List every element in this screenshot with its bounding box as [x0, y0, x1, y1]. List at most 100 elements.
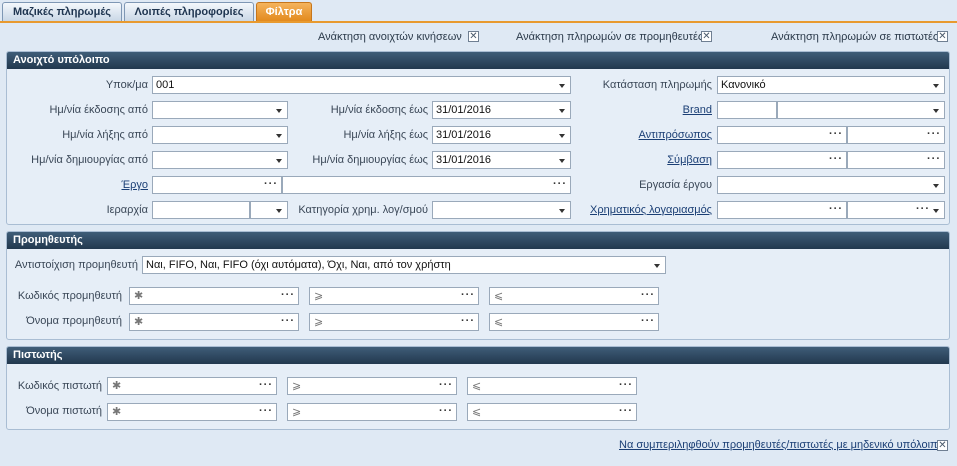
supplier-code-from-field[interactable]: ⩾ ··· — [309, 287, 479, 305]
fin-account-name-lookup-icon[interactable]: ··· — [916, 202, 930, 216]
less-equal-icon: ⩽ — [494, 289, 504, 302]
creditor-name-from-lookup-icon[interactable]: ··· — [439, 404, 453, 418]
contract-code-lookup-icon[interactable]: ··· — [829, 152, 843, 166]
payment-status-value: Κανονικό — [721, 79, 766, 91]
supplier-name-from-lookup-icon[interactable]: ··· — [461, 314, 475, 328]
issue-to-date[interactable]: 31/01/2016 — [432, 101, 571, 119]
creditor-code-to-lookup-icon[interactable]: ··· — [619, 378, 633, 392]
less-equal-icon: ⩽ — [494, 315, 504, 328]
creditor-name-to-lookup-icon[interactable]: ··· — [619, 404, 633, 418]
payment-status-select[interactable]: Κανονικό — [717, 76, 945, 94]
fin-account-name-field[interactable]: ··· — [847, 201, 945, 219]
supplier-matching-select[interactable]: Ναι, FIFO, Ναι, FIFO (όχι αυτόματα), Όχι… — [142, 256, 666, 274]
supplier-payments-checkbox[interactable]: ✕ — [701, 31, 712, 42]
brand-select[interactable] — [777, 101, 945, 119]
wildcard-icon: ✱ — [112, 379, 122, 392]
tab-other-info[interactable]: Λοιπές πληροφορίες — [124, 2, 254, 21]
project-code-lookup-icon[interactable]: ··· — [264, 177, 278, 191]
wildcard-icon: ✱ — [134, 315, 144, 328]
due-to-label: Ημ/νία λήξης έως — [343, 129, 428, 141]
supplier-code-from-lookup-icon[interactable]: ··· — [461, 288, 475, 302]
issue-to-value: 31/01/2016 — [436, 104, 492, 116]
contract-name-field[interactable]: ··· — [847, 151, 945, 169]
fin-account-code-field[interactable]: ··· — [717, 201, 847, 219]
creditor-name-equals-lookup-icon[interactable]: ··· — [259, 404, 273, 418]
brand-link[interactable]: Brand — [580, 104, 712, 116]
creditor-code-from-lookup-icon[interactable]: ··· — [439, 378, 453, 392]
include-zero-balance-checkbox[interactable]: ✕ — [937, 440, 948, 451]
supplier-name-label: Όνομα προμηθευτή — [26, 315, 122, 327]
due-to-value: 31/01/2016 — [436, 129, 492, 141]
creditor-code-equals-field[interactable]: ✱ ··· — [107, 377, 277, 395]
project-link[interactable]: Έργο — [20, 179, 148, 191]
issue-from-label: Ημ/νία έκδοσης από — [49, 104, 148, 116]
wildcard-icon: ✱ — [134, 289, 144, 302]
open-movements-checkbox[interactable]: ✕ — [468, 31, 479, 42]
subsidiary-select[interactable]: 001 — [152, 76, 571, 94]
project-name-field[interactable]: ··· — [282, 176, 571, 194]
creditor-code-to-field[interactable]: ⩽ ··· — [467, 377, 637, 395]
project-code-field[interactable]: ··· — [152, 176, 282, 194]
supplier-code-equals-field[interactable]: ✱ ··· — [129, 287, 299, 305]
subsidiary-label: Υποκ/μα — [105, 79, 148, 91]
project-name-lookup-icon[interactable]: ··· — [553, 177, 567, 191]
creditor-code-label: Κωδικός πιστωτή — [17, 380, 102, 392]
hierarchy-dropdown[interactable] — [250, 201, 288, 219]
include-zero-balance-link[interactable]: Να συμπεριληφθούν προμηθευτές/πιστωτές μ… — [619, 439, 944, 451]
supplier-payments-label: Ανάκτηση πληρωμών σε προμηθευτές — [516, 31, 704, 43]
creditor-code-equals-lookup-icon[interactable]: ··· — [259, 378, 273, 392]
supplier-name-to-field[interactable]: ⩽ ··· — [489, 313, 659, 331]
contract-name-lookup-icon[interactable]: ··· — [927, 152, 941, 166]
creditor-name-equals-field[interactable]: ✱ ··· — [107, 403, 277, 421]
open-movements-label: Ανάκτηση ανοιχτών κινήσεων — [318, 31, 462, 43]
fin-account-code-lookup-icon[interactable]: ··· — [829, 202, 843, 216]
payment-status-label: Κατάσταση πληρωμής — [602, 79, 712, 91]
project-task-label: Εργασία έργου — [639, 179, 712, 191]
supplier-code-to-field[interactable]: ⩽ ··· — [489, 287, 659, 305]
supplier-code-label: Κωδικός προμηθευτή — [17, 290, 122, 302]
contract-link[interactable]: Σύμβαση — [580, 154, 712, 166]
supplier-name-to-lookup-icon[interactable]: ··· — [641, 314, 655, 328]
supplier-code-to-lookup-icon[interactable]: ··· — [641, 288, 655, 302]
supplier-name-equals-field[interactable]: ✱ ··· — [129, 313, 299, 331]
representative-link[interactable]: Αντιπρόσωπος — [580, 129, 712, 141]
tab-underline — [0, 21, 957, 23]
subsidiary-value: 001 — [156, 79, 175, 91]
creditor-name-label: Όνομα πιστωτή — [26, 405, 102, 417]
project-task-select[interactable] — [717, 176, 945, 194]
fin-account-link[interactable]: Χρηματικός λογαριασμός — [580, 204, 712, 216]
creditor-payments-checkbox[interactable]: ✕ — [937, 31, 948, 42]
creditor-code-from-field[interactable]: ⩾ ··· — [287, 377, 457, 395]
supplier-title: Προμηθευτής — [7, 232, 949, 249]
creditor-name-from-field[interactable]: ⩾ ··· — [287, 403, 457, 421]
representative-name-field[interactable]: ··· — [847, 126, 945, 144]
representative-name-lookup-icon[interactable]: ··· — [927, 127, 941, 141]
supplier-name-from-field[interactable]: ⩾ ··· — [309, 313, 479, 331]
created-to-date[interactable]: 31/01/2016 — [432, 151, 571, 169]
representative-code-field[interactable]: ··· — [717, 126, 847, 144]
greater-equal-icon: ⩾ — [314, 289, 324, 302]
greater-equal-icon: ⩾ — [292, 405, 302, 418]
supplier-code-equals-lookup-icon[interactable]: ··· — [281, 288, 295, 302]
due-from-label: Ημ/νία λήξης από — [62, 129, 148, 141]
fin-category-select[interactable] — [432, 201, 571, 219]
contract-code-field[interactable]: ··· — [717, 151, 847, 169]
wildcard-icon: ✱ — [112, 405, 122, 418]
created-to-label: Ημ/νία δημιουργίας έως — [312, 154, 428, 166]
due-to-date[interactable]: 31/01/2016 — [432, 126, 571, 144]
issue-to-label: Ημ/νία έκδοσης έως — [330, 104, 428, 116]
brand-code-field[interactable] — [717, 101, 777, 119]
tab-mass-payments[interactable]: Μαζικές πληρωμές — [2, 2, 122, 21]
creditor-title: Πιστωτής — [7, 347, 949, 364]
supplier-name-equals-lookup-icon[interactable]: ··· — [281, 314, 295, 328]
created-from-label: Ημ/νία δημιουργίας από — [31, 154, 148, 166]
open-balance-title: Ανοιχτό υπόλοιπο — [7, 52, 949, 69]
creditor-name-to-field[interactable]: ⩽ ··· — [467, 403, 637, 421]
hierarchy-label: Ιεραρχία — [106, 204, 148, 216]
issue-from-date[interactable] — [152, 101, 288, 119]
due-from-date[interactable] — [152, 126, 288, 144]
hierarchy-field[interactable] — [152, 201, 250, 219]
tab-filters[interactable]: Φίλτρα — [256, 2, 312, 21]
representative-code-lookup-icon[interactable]: ··· — [829, 127, 843, 141]
created-from-date[interactable] — [152, 151, 288, 169]
